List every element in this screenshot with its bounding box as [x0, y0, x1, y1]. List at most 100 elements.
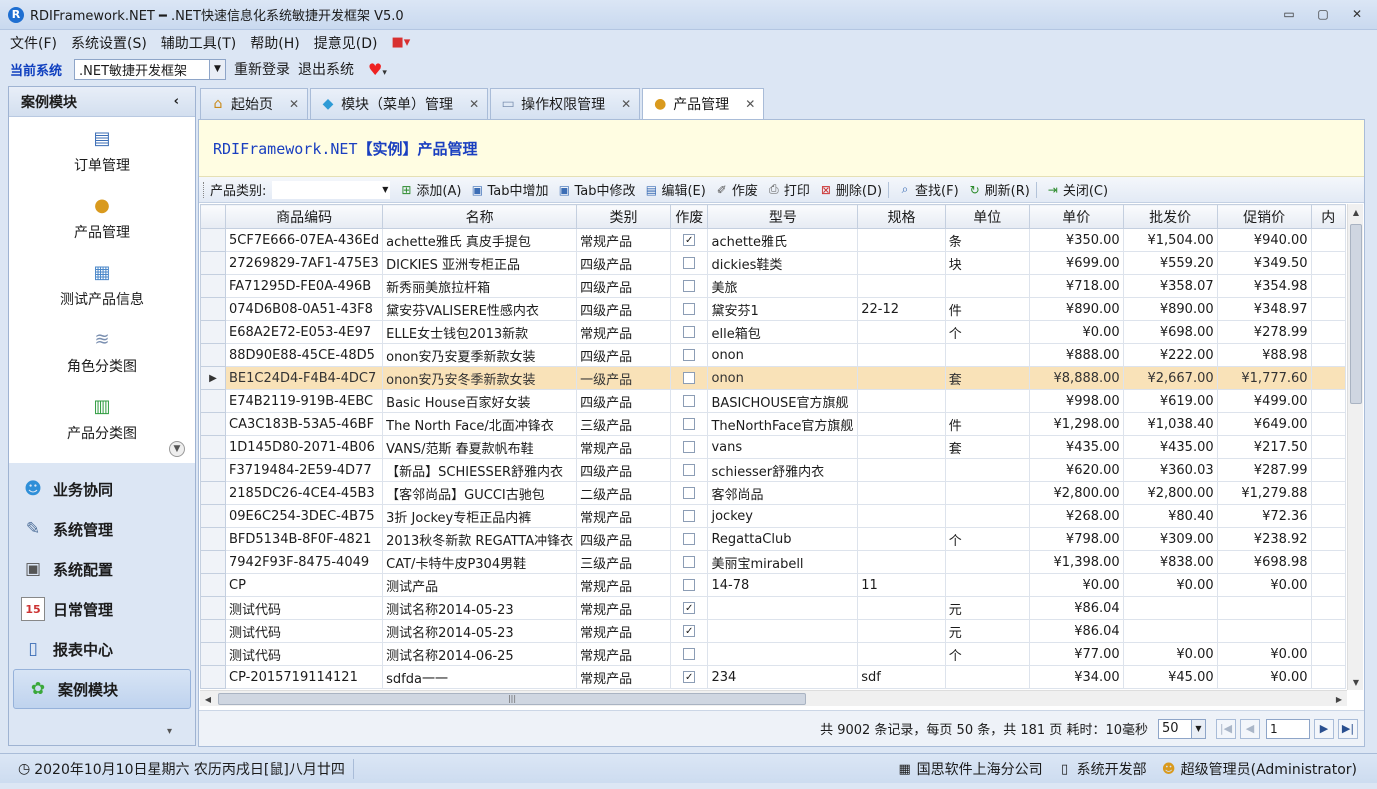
table-row[interactable]: 5CF7E666-07EA-436Ed achette雅氏 真皮手提包 常规产品 ✓ a…	[200, 228, 1346, 252]
table-row[interactable]: 27269829-7AF1-475E3 DICKIES 亚洲专柜正品 四级产品 dic…	[200, 251, 1346, 275]
cell-model[interactable]: jockey	[707, 504, 859, 528]
void-checkbox[interactable]	[683, 510, 696, 522]
cell-wholesale[interactable]: ¥45.00	[1122, 665, 1218, 689]
cell-category[interactable]: 四级产品	[576, 458, 671, 482]
heart-dropdown-icon[interactable]: ♥▾	[368, 60, 387, 79]
sidebar-group-system-management[interactable]: ✎ 系统管理	[9, 509, 195, 549]
cell-price[interactable]: ¥1,298.00	[1028, 412, 1124, 436]
cell-price[interactable]: ¥2,800.00	[1028, 481, 1124, 505]
cell-code[interactable]: CP-2015719114121	[224, 665, 384, 689]
row-indicator[interactable]	[200, 412, 226, 436]
minimize-button[interactable]: ▭	[1275, 4, 1303, 24]
cell-model[interactable]: vans	[707, 435, 859, 459]
cell-category[interactable]: 二级产品	[576, 481, 671, 505]
column-header[interactable]: 单位	[944, 204, 1030, 229]
cell-code[interactable]: 2185DC26-4CE4-45B3	[224, 481, 384, 505]
cell-price[interactable]: ¥620.00	[1028, 458, 1124, 482]
cell-internal[interactable]	[1310, 389, 1346, 413]
cell-name[interactable]: 测试产品	[382, 573, 578, 597]
cell-unit[interactable]: 元	[944, 596, 1030, 620]
cell-promo[interactable]: ¥278.99	[1216, 320, 1312, 344]
cell-unit[interactable]	[944, 550, 1030, 574]
sidebar-group-reports[interactable]: ▯ 报表中心	[9, 629, 195, 669]
cell-price[interactable]: ¥0.00	[1028, 320, 1124, 344]
cell-promo[interactable]: ¥1,279.88	[1216, 481, 1312, 505]
cell-internal[interactable]	[1310, 642, 1346, 666]
cell-unit[interactable]: 件	[944, 297, 1030, 321]
cell-promo[interactable]: ¥349.50	[1216, 251, 1312, 275]
cell-promo[interactable]: ¥72.36	[1216, 504, 1312, 528]
cell-unit[interactable]: 件	[944, 412, 1030, 436]
cell-category[interactable]: 常规产品	[576, 504, 671, 528]
cell-spec[interactable]	[857, 481, 946, 505]
cell-internal[interactable]	[1310, 435, 1346, 459]
column-header[interactable]: 批发价	[1122, 204, 1218, 229]
cell-unit[interactable]: 条	[944, 228, 1030, 252]
table-row[interactable]: 1D145D80-2071-4B06 VANS/范斯 春夏款帆布鞋 常规产品 vans…	[200, 435, 1346, 459]
sidebar-group-cases[interactable]: ✿ 案例模块	[13, 669, 191, 709]
cell-price[interactable]: ¥718.00	[1028, 274, 1124, 298]
cell-unit[interactable]: 套	[944, 366, 1030, 390]
cell-code[interactable]: 27269829-7AF1-475E3	[224, 251, 384, 275]
cell-code[interactable]: BFD5134B-8F0F-4821	[224, 527, 384, 551]
prev-page-button[interactable]: ◀	[1240, 718, 1260, 739]
cell-internal[interactable]	[1310, 481, 1346, 505]
vertical-scrollbar[interactable]: ▲ ▼	[1347, 204, 1363, 690]
cell-category[interactable]: 常规产品	[576, 665, 671, 689]
cell-category[interactable]: 常规产品	[576, 320, 671, 344]
cell-name[interactable]: The North Face/北面冲锋衣	[382, 412, 578, 436]
sidebar-group-daily[interactable]: 15 日常管理	[9, 589, 195, 629]
cell-internal[interactable]	[1310, 412, 1346, 436]
cell-wholesale[interactable]: ¥435.00	[1122, 435, 1218, 459]
page-number-input[interactable]: 1	[1266, 718, 1310, 739]
sidebar-item-product-chart[interactable]: ▥ 产品分类图	[9, 385, 195, 452]
exit-system-button[interactable]: 退出系统	[298, 59, 354, 79]
table-row[interactable]: F3719484-2E59-4D77 【新品】SCHIESSER舒雅内衣 四级产品 s…	[200, 458, 1346, 482]
cell-internal[interactable]	[1310, 297, 1346, 321]
cell-price[interactable]: ¥888.00	[1028, 343, 1124, 367]
menu-tools[interactable]: 辅助工具(T)	[161, 33, 236, 53]
void-checkbox[interactable]: ✓	[683, 625, 696, 637]
cell-price[interactable]: ¥86.04	[1028, 619, 1124, 643]
cell-promo[interactable]: ¥354.98	[1216, 274, 1312, 298]
cell-spec[interactable]	[857, 389, 946, 413]
cell-unit[interactable]: 个	[944, 320, 1030, 344]
chevron-down-icon[interactable]: ▼	[1191, 719, 1205, 738]
cell-price[interactable]: ¥77.00	[1028, 642, 1124, 666]
cell-wholesale[interactable]: ¥838.00	[1122, 550, 1218, 574]
cell-model[interactable]	[707, 619, 859, 643]
row-indicator[interactable]	[200, 550, 226, 574]
tab-product-management[interactable]: ● 产品管理 ✕	[642, 88, 765, 119]
column-header[interactable]: 内	[1310, 204, 1346, 229]
sidebar-group-collaboration[interactable]: ☻ 业务协同	[9, 469, 195, 509]
table-row[interactable]: 2185DC26-4CE4-45B3 【客邻尚品】GUCCI古驰包 二级产品 客邻尚品…	[200, 481, 1346, 505]
cell-category[interactable]: 四级产品	[576, 389, 671, 413]
cell-model[interactable]: 黛安芬1	[707, 297, 859, 321]
table-row[interactable]: 测试代码 测试名称2014-05-23 常规产品 ✓ 元 ¥86.04	[200, 596, 1346, 620]
void-checkbox[interactable]	[683, 395, 696, 407]
cell-promo[interactable]: ¥88.98	[1216, 343, 1312, 367]
void-checkbox[interactable]	[683, 464, 696, 476]
cell-unit[interactable]	[944, 573, 1030, 597]
close-tab-icon[interactable]: ✕	[469, 97, 479, 111]
table-row[interactable]: E68A2E72-E053-4E97 ELLE女士钱包2013新款 常规产品 elle…	[200, 320, 1346, 344]
cell-unit[interactable]	[944, 481, 1030, 505]
void-button[interactable]: ✐ 作废	[714, 180, 758, 200]
cell-spec[interactable]	[857, 412, 946, 436]
cell-code[interactable]: 074D6B08-0A51-43F8	[224, 297, 384, 321]
cell-model[interactable]: BASICHOUSE官方旗舰	[707, 389, 859, 413]
cell-internal[interactable]	[1310, 550, 1346, 574]
cell-model[interactable]: onon	[707, 343, 859, 367]
table-row[interactable]: 测试代码 测试名称2014-06-25 常规产品个 ¥77.00 ¥0.00 ¥0.00	[200, 642, 1346, 666]
cell-name[interactable]: 【客邻尚品】GUCCI古驰包	[382, 481, 578, 505]
cell-model[interactable]: schiesser舒雅内衣	[707, 458, 859, 482]
void-checkbox[interactable]	[683, 418, 696, 430]
cell-wholesale[interactable]: ¥360.03	[1122, 458, 1218, 482]
cell-code[interactable]: CA3C183B-53A5-46BF	[224, 412, 384, 436]
row-indicator[interactable]	[200, 481, 226, 505]
cell-promo[interactable]: ¥499.00	[1216, 389, 1312, 413]
cell-spec[interactable]	[857, 550, 946, 574]
tab-permission-management[interactable]: ▭ 操作权限管理 ✕	[490, 88, 641, 119]
cell-spec[interactable]: sdf	[857, 665, 946, 689]
cell-price[interactable]: ¥1,398.00	[1028, 550, 1124, 574]
